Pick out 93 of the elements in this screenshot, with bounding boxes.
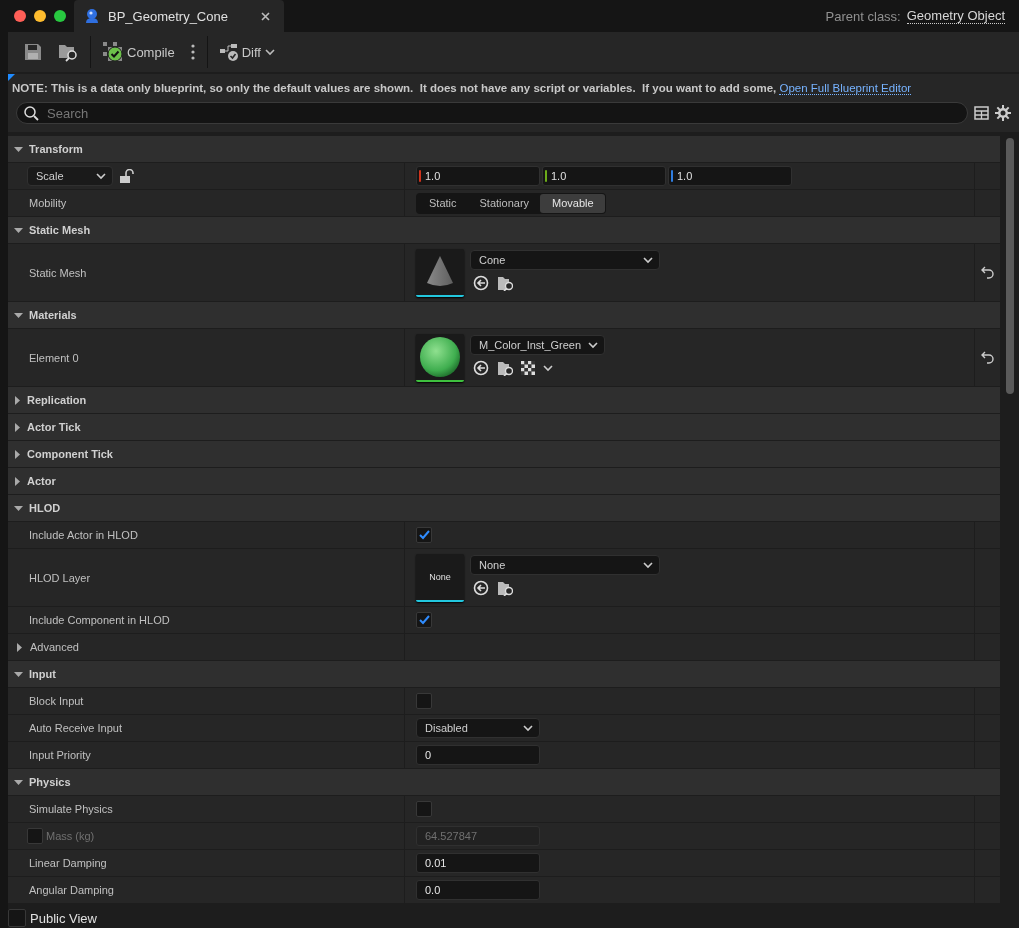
number-field[interactable]: 0	[416, 745, 540, 765]
number-field[interactable]: 1.0	[668, 166, 792, 186]
scrollbar-thumb[interactable]	[1005, 138, 1014, 394]
minimize-window-button[interactable]	[34, 10, 46, 22]
number-field[interactable]: 0.0	[416, 880, 540, 900]
property-label: HLOD Layer	[29, 571, 91, 584]
maximize-window-button[interactable]	[54, 10, 66, 22]
public-view-label: Public View	[30, 910, 97, 926]
settings-button[interactable]	[995, 105, 1011, 121]
property-label: Input Priority	[29, 749, 91, 761]
property-checkbox[interactable]	[416, 801, 432, 817]
section-header[interactable]: Static Mesh	[8, 217, 1000, 244]
folder-search-icon[interactable]	[497, 275, 513, 291]
section-header[interactable]: Replication	[8, 387, 1000, 414]
property-checkbox[interactable]	[416, 693, 432, 709]
asset-dropdown[interactable]: M_Color_Inst_Green	[470, 335, 605, 355]
section-header[interactable]: Transform	[8, 136, 1000, 163]
section-header[interactable]: Materials	[8, 302, 1000, 329]
diff-button[interactable]: Diff	[211, 34, 283, 70]
tab-title: BP_Geometry_Cone	[108, 8, 229, 24]
subgroup-header[interactable]: Advanced	[16, 641, 79, 653]
number-field[interactable]: 0.01	[416, 853, 540, 873]
property-dropdown[interactable]: Disabled	[416, 718, 540, 738]
diff-icon	[219, 43, 238, 61]
mobility-option[interactable]: Static	[417, 193, 468, 213]
folder-search-icon[interactable]	[497, 360, 513, 376]
property-label: Include Component in HLOD	[29, 614, 170, 626]
compile-button[interactable]: Compile	[95, 34, 183, 70]
property-label: Simulate Physics	[29, 803, 113, 815]
property-label: Mass (kg)	[46, 830, 95, 842]
folder-search-icon	[58, 42, 78, 62]
check-icon	[418, 530, 430, 540]
section-header[interactable]: Actor	[8, 468, 1000, 495]
reset-arrow-icon[interactable]	[981, 351, 994, 364]
property-label: Element 0	[29, 351, 79, 364]
kebab-menu-icon	[190, 44, 195, 60]
caret-icon	[643, 256, 653, 264]
search-field[interactable]: Search	[16, 102, 968, 124]
property-label: Block Input	[29, 695, 84, 707]
close-window-button[interactable]	[14, 10, 26, 22]
corner-marker	[8, 74, 15, 81]
property-checkbox[interactable]	[416, 527, 432, 543]
section-header[interactable]: HLOD	[8, 495, 1000, 522]
mobility-option[interactable]: Stationary	[467, 193, 541, 213]
asset-dropdown[interactable]: None	[470, 555, 660, 575]
checkerboard-icon[interactable]	[521, 361, 535, 375]
field-value: 1.0	[677, 170, 693, 182]
asset-thumbnail[interactable]: None	[416, 553, 464, 602]
property-label: Linear Damping	[29, 857, 107, 869]
check-icon	[418, 615, 430, 625]
property-checkbox[interactable]	[416, 612, 432, 628]
property-label: Static Mesh	[29, 266, 87, 279]
caret-icon	[643, 561, 653, 569]
search-icon	[24, 106, 39, 121]
section-header[interactable]: Actor Tick	[8, 414, 1000, 441]
property-label: Auto Receive Input	[29, 722, 122, 734]
cone-drawing	[424, 255, 456, 288]
property-label: Include Actor in HLOD	[29, 529, 138, 541]
parent-class-link[interactable]: Geometry Object	[906, 8, 1005, 24]
transform-mode-dropdown[interactable]: Scale	[27, 166, 113, 186]
number-field[interactable]: 1.0	[416, 166, 540, 186]
close-icon	[261, 11, 270, 21]
caret-icon	[264, 48, 275, 56]
document-tab[interactable]: BP_Geometry_Cone	[74, 0, 284, 32]
settings-icon	[995, 105, 1011, 121]
field-value: 1.0	[425, 170, 441, 182]
asset-dropdown[interactable]: Cone	[470, 250, 660, 270]
compile-status-icon	[103, 42, 123, 62]
blueprint-icon	[84, 8, 100, 24]
unlocked-icon[interactable]	[119, 169, 134, 183]
mobility-option[interactable]: Movable	[540, 193, 605, 213]
section-header[interactable]: Component Tick	[8, 441, 1000, 468]
table-icon	[974, 106, 989, 120]
number-field[interactable]: 1.0	[542, 166, 666, 186]
public-view-checkbox[interactable]	[8, 909, 26, 927]
caret-icon	[523, 724, 533, 732]
note-text: NOTE: This is a data only blueprint, so only the default values are shown. It does not have any script or variables. If you want to add some, Open Full Blueprint Editor	[12, 82, 913, 94]
reset-arrow-icon[interactable]	[981, 266, 994, 279]
open-editor-link[interactable]: Open Full Blueprint Editor	[779, 82, 912, 95]
field-value: 1.0	[551, 170, 567, 182]
section-header[interactable]: Physics	[8, 769, 1000, 796]
caret-icon	[588, 341, 598, 349]
parent-class-label: Parent class:	[825, 8, 901, 24]
caret-icon	[96, 172, 106, 180]
view-options-button[interactable]	[974, 106, 989, 120]
asset-thumbnail[interactable]	[416, 248, 464, 297]
sphere-drawing	[420, 336, 460, 377]
section-header[interactable]: Input	[8, 661, 1000, 688]
asset-thumbnail[interactable]	[416, 333, 464, 382]
property-label: Angular Damping	[29, 884, 114, 896]
property-label: Mobility	[29, 197, 67, 209]
folder-search-icon[interactable]	[497, 580, 513, 596]
caret-icon	[543, 364, 553, 372]
